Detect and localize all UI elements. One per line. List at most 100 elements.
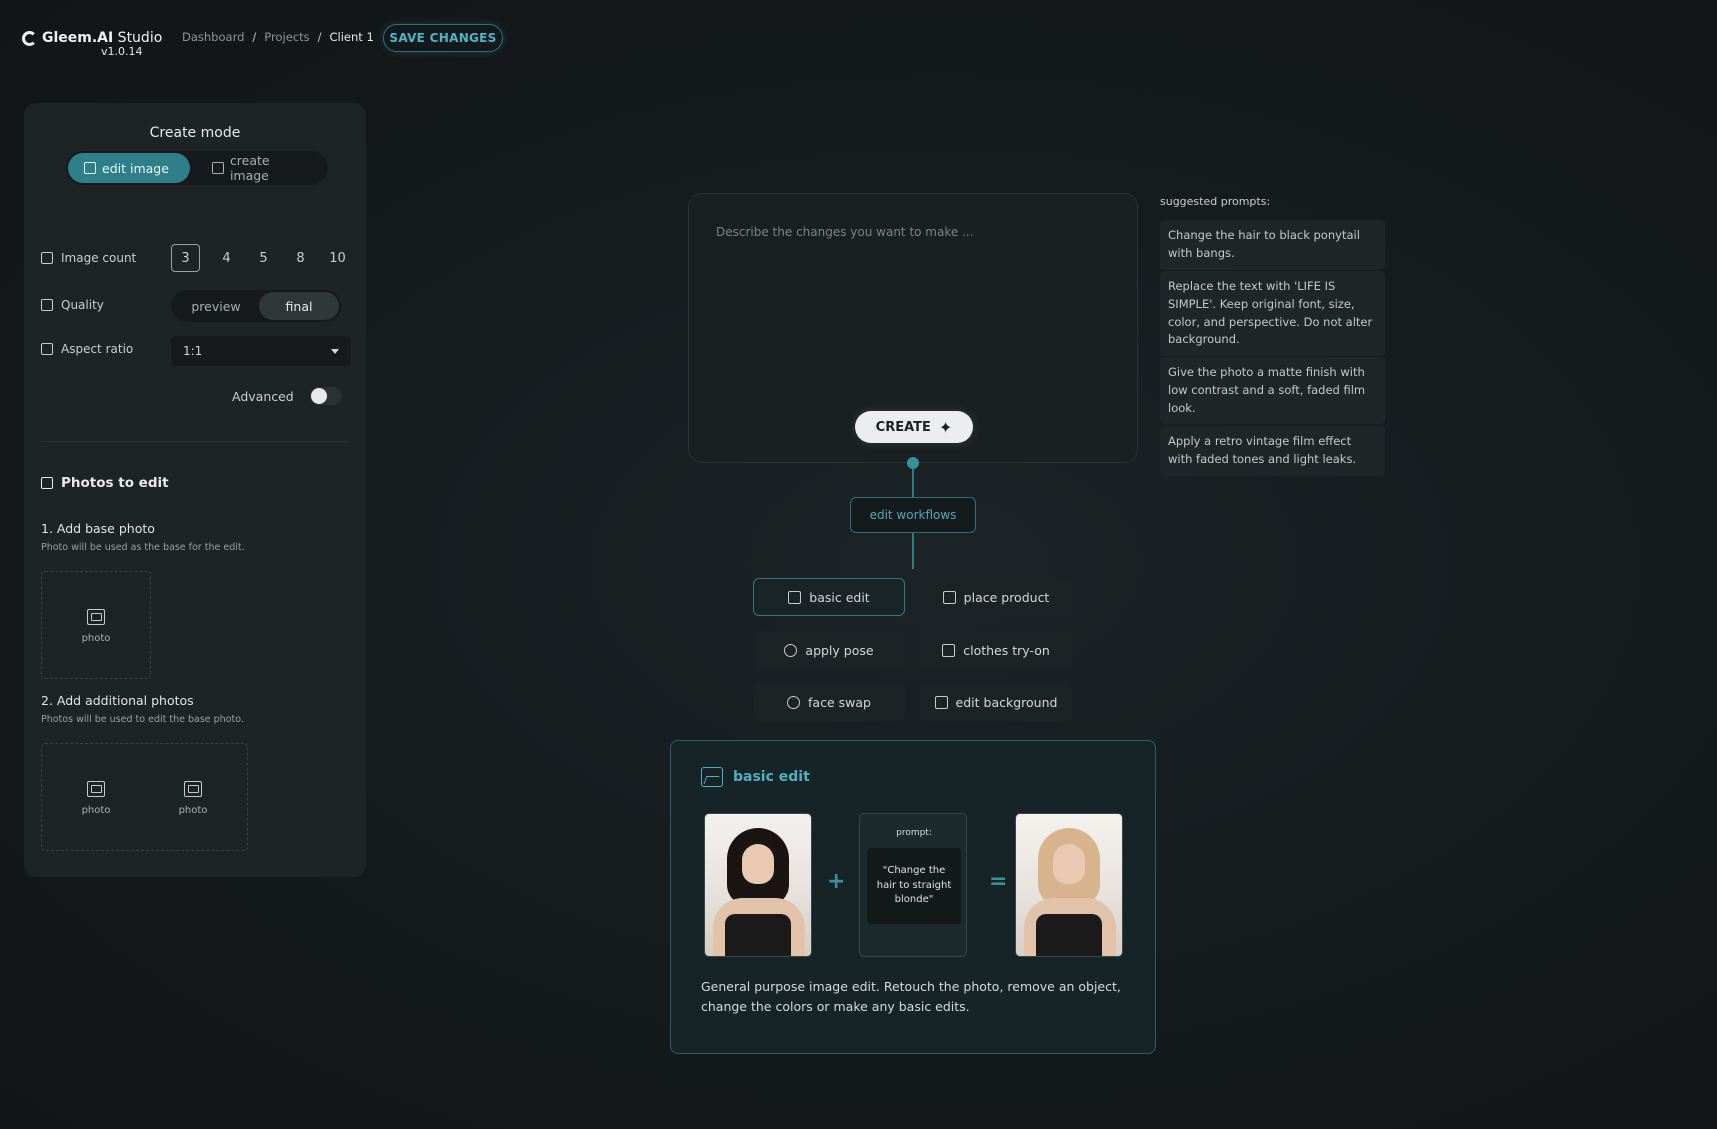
quality-final-option[interactable]: final: [259, 292, 339, 320]
app-logo[interactable]: Gleem.AI Studio: [22, 30, 162, 46]
photos-to-edit-title: Photos to edit: [41, 475, 169, 491]
create-button[interactable]: CREATE ✦: [855, 411, 973, 443]
base-photo-slot[interactable]: photo: [48, 578, 144, 674]
additional-photo-slot[interactable]: photo: [145, 750, 241, 846]
photo-slot-label: photo: [178, 804, 208, 816]
image-count-option[interactable]: 5: [245, 244, 282, 272]
workflow-preview-card: basic edit + prompt: "Change the hair to…: [670, 740, 1156, 1054]
prompt-placeholder: Describe the changes you want to make ..…: [716, 225, 974, 239]
connector-node: [907, 457, 919, 469]
workflow-face-swap[interactable]: face swap: [753, 683, 905, 721]
example-prompt-card: prompt: "Change the hair to straight blo…: [859, 813, 967, 957]
top-bar: Gleem.AI Studio v1.0.14 Dashboard / Proj…: [0, 0, 1717, 80]
breadcrumb-separator: /: [317, 30, 322, 44]
base-photo-dropzone[interactable]: photo: [41, 571, 151, 679]
face-shape: [1053, 844, 1085, 884]
breadcrumb-client: Client 1: [329, 30, 374, 44]
images-icon: [41, 252, 53, 264]
sidebar-panel: Create mode edit image create image Imag…: [24, 103, 366, 877]
image-icon: [788, 590, 802, 604]
quality-icon: [41, 299, 53, 311]
photo-slot-label: photo: [81, 632, 111, 644]
save-changes-button[interactable]: SAVE CHANGES: [383, 24, 503, 52]
gallery-icon: [41, 477, 53, 489]
toggle-knob: [311, 388, 327, 404]
create-mode-toggle: edit image create image: [66, 151, 328, 185]
equals-icon: =: [989, 869, 1008, 894]
quality-preview-option[interactable]: preview: [173, 292, 259, 320]
preview-card-title: basic edit: [701, 767, 810, 787]
example-prompt-text: "Change the hair to straight blonde": [867, 848, 961, 924]
aspect-ratio-icon: [41, 343, 53, 355]
box-icon: [942, 590, 956, 604]
aspect-ratio-label: Aspect ratio: [61, 342, 134, 356]
sparkle-icon: ✦: [938, 417, 953, 437]
create-image-label: create image: [229, 153, 270, 183]
image-count-option[interactable]: 8: [282, 244, 319, 272]
breadcrumb-dashboard[interactable]: Dashboard: [182, 30, 244, 44]
create-mode-title: Create mode: [149, 125, 241, 141]
image-count-selector: 3 4 5 8 10: [171, 244, 356, 272]
add-photo-icon: [87, 780, 105, 797]
example-before-image: [704, 813, 812, 957]
clothing-shape: [1036, 914, 1102, 956]
suggested-prompt[interactable]: Apply a retro vintage film effect with f…: [1160, 426, 1385, 476]
quality-toggle: preview final: [171, 290, 341, 322]
prompt-textarea[interactable]: Describe the changes you want to make ..…: [688, 193, 1138, 463]
advanced-label: Advanced: [232, 389, 294, 404]
shirt-icon: [942, 643, 956, 657]
example-after-image: [1015, 813, 1123, 957]
quality-label: Quality: [61, 298, 104, 312]
photo-slot-label: photo: [81, 804, 111, 816]
brand-name: Gleem.AI Studio: [42, 30, 163, 46]
aspect-ratio-select[interactable]: 1:1: [171, 336, 351, 366]
add-photo-icon: [184, 780, 202, 797]
image-count-option[interactable]: 4: [208, 244, 245, 272]
plus-icon: +: [827, 869, 846, 894]
workflow-apply-pose[interactable]: apply pose: [753, 631, 905, 669]
chevron-down-icon: [331, 349, 339, 354]
image-count-option[interactable]: 10: [319, 244, 356, 272]
app-version: v1.0.14: [101, 45, 143, 58]
aspect-ratio-value: 1:1: [183, 344, 203, 358]
connector-line: [912, 533, 914, 569]
breadcrumb: Dashboard / Projects / Client 1: [182, 30, 374, 44]
workflow-description: General purpose image edit. Retouch the …: [701, 979, 1121, 1014]
logo-icon: [22, 30, 37, 46]
face-shape: [742, 844, 774, 884]
workflow-basic-edit[interactable]: basic edit: [753, 578, 905, 616]
image-count-label-row: Image count: [41, 251, 136, 265]
additional-photos-dropzone[interactable]: photo photo: [41, 743, 248, 851]
connector-line: [912, 469, 914, 497]
edit-image-label: edit image: [102, 160, 169, 176]
step2-subtitle: Photos will be used to edit the base pho…: [41, 714, 244, 725]
suggested-prompt[interactable]: Give the photo a matte finish with low c…: [1160, 357, 1385, 425]
edit-image-icon: [84, 162, 96, 174]
create-image-mode-button[interactable]: create image: [196, 153, 328, 183]
workflow-place-product[interactable]: place product: [920, 578, 1072, 616]
advanced-toggle[interactable]: [310, 387, 342, 405]
workflow-edit-background[interactable]: edit background: [920, 683, 1072, 721]
example-prompt-label: prompt:: [896, 828, 932, 838]
additional-photo-slot[interactable]: photo: [48, 750, 144, 846]
workflow-clothes-try-on[interactable]: clothes try-on: [920, 631, 1072, 669]
pose-icon: [784, 643, 798, 657]
create-label: CREATE: [875, 419, 931, 435]
image-count-label: Image count: [61, 251, 137, 265]
face-swap-icon: [787, 695, 801, 709]
step1-subtitle: Photo will be used as the base for the e…: [41, 542, 245, 553]
image-icon: [212, 162, 224, 174]
breadcrumb-projects[interactable]: Projects: [264, 30, 309, 44]
edit-workflows-button[interactable]: edit workflows: [850, 497, 976, 533]
image-count-option[interactable]: 3: [171, 244, 200, 272]
add-photo-icon: [87, 608, 105, 625]
suggested-prompt[interactable]: Replace the text with 'LIFE IS SIMPLE'. …: [1160, 271, 1385, 357]
quality-label-row: Quality: [41, 298, 104, 312]
aspect-ratio-label-row: Aspect ratio: [41, 342, 133, 356]
suggested-prompt[interactable]: Change the hair to black ponytail with b…: [1160, 220, 1385, 270]
step1-title: 1. Add base photo: [41, 521, 155, 536]
image-icon: [701, 767, 723, 787]
suggested-prompts-title: suggested prompts:: [1160, 195, 1271, 208]
edit-image-mode-button[interactable]: edit image: [68, 153, 190, 183]
breadcrumb-separator: /: [252, 30, 257, 44]
